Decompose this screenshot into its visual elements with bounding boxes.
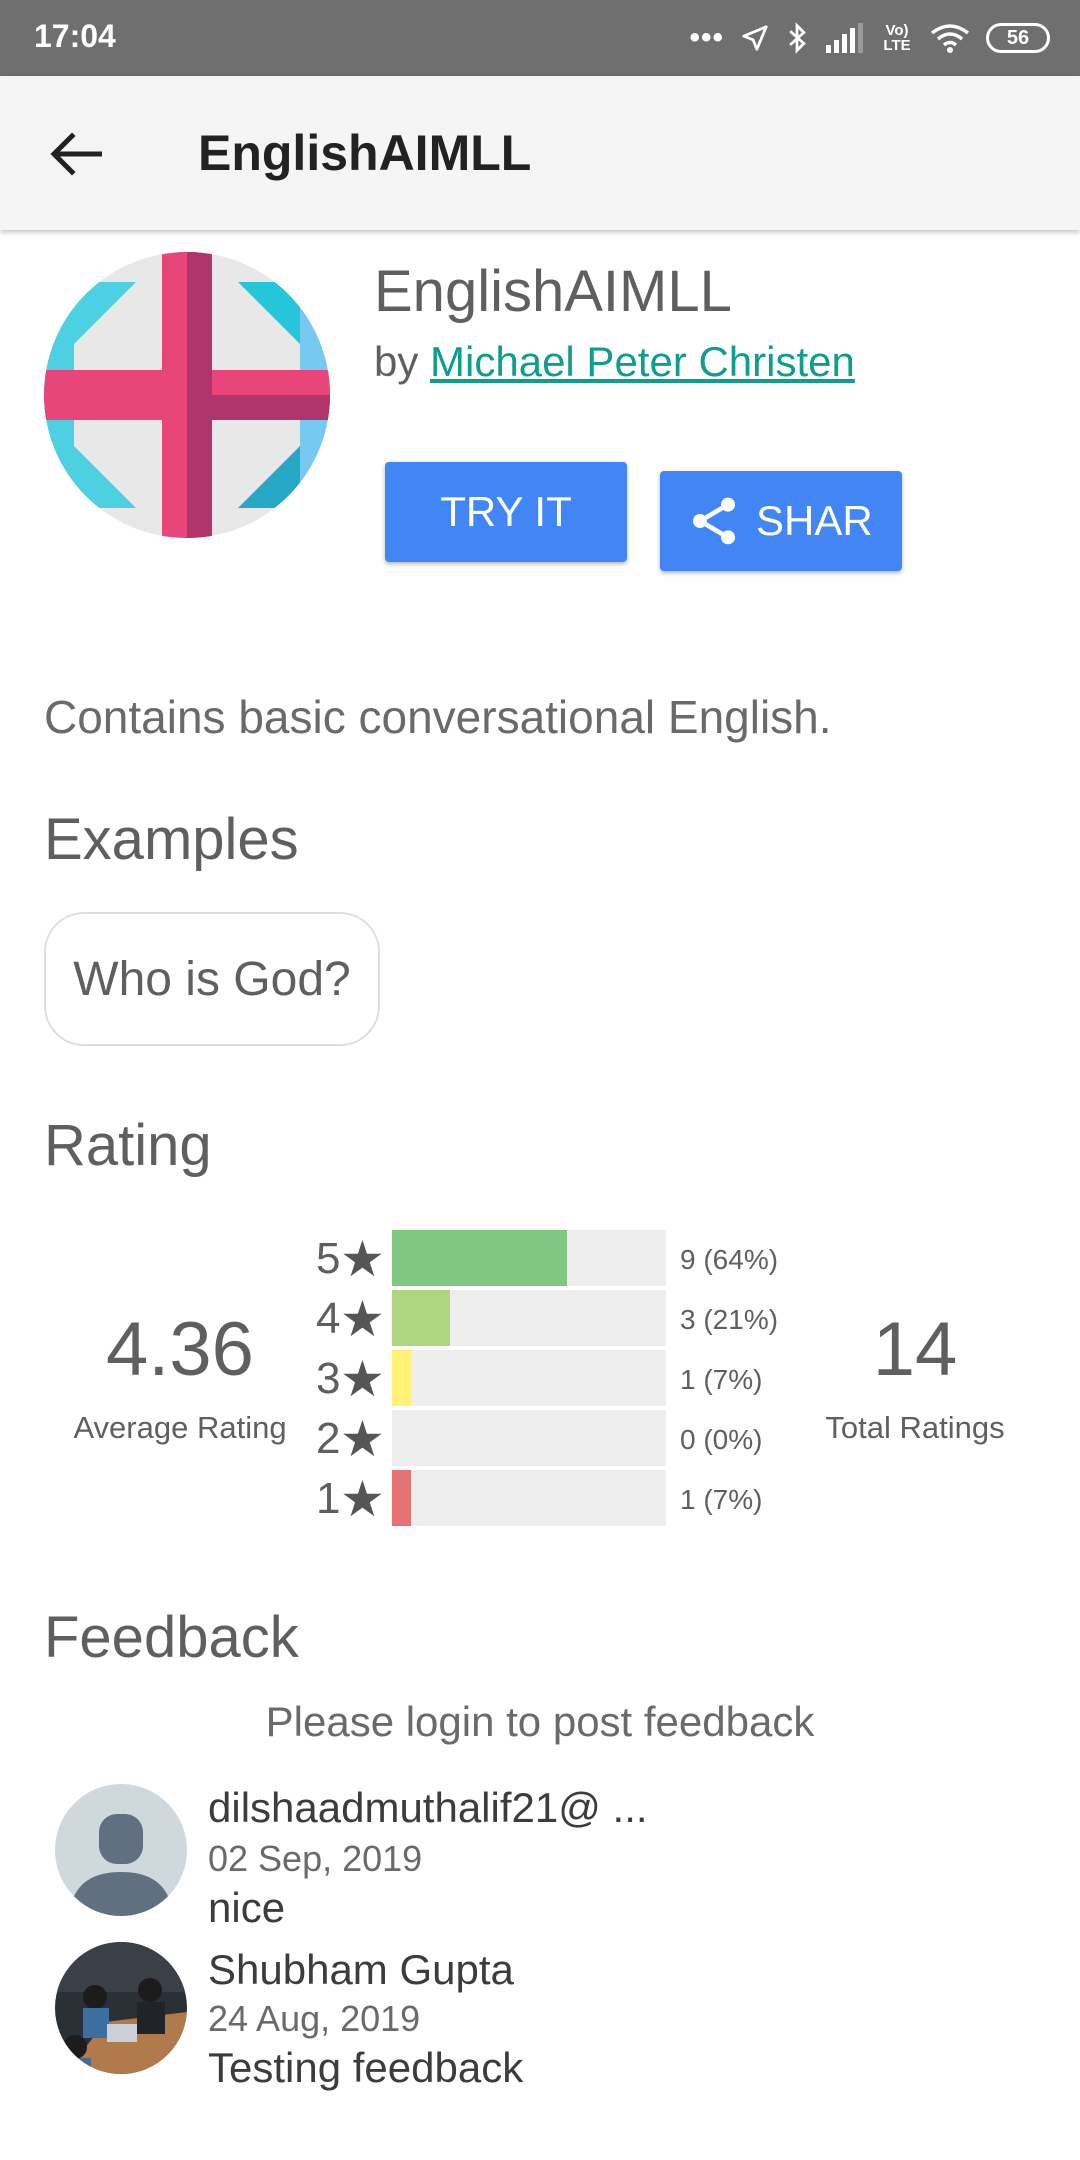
rating-bar-track xyxy=(392,1470,666,1526)
rating-row-4: 4 ★ 3 (21%) xyxy=(316,1290,796,1347)
feedback-heading: Feedback xyxy=(44,1605,299,1670)
bluetooth-icon xyxy=(789,22,806,54)
rating-bar-track xyxy=(392,1350,666,1406)
share-label: SHAR xyxy=(756,497,873,544)
bot-logo xyxy=(44,252,330,538)
battery-indicator: 56 xyxy=(986,23,1050,53)
byline: by Michael Peter Christen xyxy=(374,338,855,386)
rating-bar-track xyxy=(392,1230,666,1286)
star-number: 3 xyxy=(316,1354,341,1403)
star-icon: ★ xyxy=(340,1471,385,1527)
rating-bar-fill xyxy=(392,1230,567,1286)
rating-count: 1 (7%) xyxy=(680,1484,763,1515)
back-button[interactable] xyxy=(40,126,112,182)
feedback-date: 24 Aug, 2019 xyxy=(208,1998,421,2039)
back-arrow-icon xyxy=(50,132,102,176)
star-icon: ★ xyxy=(340,1351,385,1407)
rating-bar-fill xyxy=(392,1350,411,1406)
rating-bar-fill xyxy=(392,1470,411,1526)
star-number: 2 xyxy=(316,1414,341,1463)
try-it-button[interactable]: TRY IT xyxy=(385,462,627,562)
feedback-text: Testing feedback xyxy=(208,2044,524,2091)
share-button[interactable]: SHAR xyxy=(660,471,902,571)
feedback-date: 02 Sep, 2019 xyxy=(208,1838,423,1879)
bot-description: Contains basic conversational English. xyxy=(44,691,832,743)
default-avatar-icon xyxy=(55,1784,187,1916)
rating-row-5: 5 ★ 9 (64%) xyxy=(316,1230,796,1287)
user-photo xyxy=(55,1942,187,2074)
more-notifications-icon: ••• xyxy=(689,21,724,54)
total-ratings-value: 14 xyxy=(872,1307,958,1392)
author-link[interactable]: Michael Peter Christen xyxy=(430,338,855,385)
rating-count: 0 (0%) xyxy=(680,1424,763,1455)
average-rating-value: 4.36 xyxy=(106,1307,254,1392)
star-icon: ★ xyxy=(340,1231,385,1287)
status-bar: 17:04 ••• Vo) LTE 56 xyxy=(0,0,1080,76)
total-ratings-label: Total Ratings xyxy=(825,1410,1005,1445)
average-rating-label: Average Rating xyxy=(73,1410,287,1445)
try-it-label: TRY IT xyxy=(440,488,572,535)
star-number: 4 xyxy=(316,1294,341,1343)
example-chip[interactable]: Who is God? xyxy=(44,912,380,1046)
star-number: 1 xyxy=(316,1474,341,1523)
app-bar-title: EnglishAIMLL xyxy=(198,125,532,181)
network-type: Vo) LTE xyxy=(883,22,911,54)
rating-bar-track xyxy=(392,1290,666,1346)
rating-heading: Rating xyxy=(44,1113,212,1178)
wifi-icon xyxy=(930,24,970,53)
star-icon: ★ xyxy=(340,1411,385,1467)
rating-row-1: 1 ★ 1 (7%) xyxy=(316,1470,796,1527)
feedback-user: Shubham Gupta xyxy=(208,1946,514,1993)
login-note[interactable]: Please login to post feedback xyxy=(0,1698,1080,1746)
star-number: 5 xyxy=(316,1234,341,1283)
rating-count: 9 (64%) xyxy=(680,1244,779,1275)
feedback-user: dilshaadmuthalif21@ ... xyxy=(208,1784,648,1831)
status-icons: ••• Vo) LTE 56 xyxy=(689,14,1050,62)
status-time: 17:04 xyxy=(34,18,116,54)
app-bar: EnglishAIMLL xyxy=(0,76,1080,230)
rating-row-3: 3 ★ 1 (7%) xyxy=(316,1350,796,1407)
rating-count: 1 (7%) xyxy=(680,1364,763,1395)
location-icon xyxy=(742,25,768,51)
rating-bar-track xyxy=(392,1410,666,1466)
bot-name: EnglishAIMLL xyxy=(374,259,732,324)
feedback-text: nice xyxy=(208,1884,286,1931)
rating-bar-fill xyxy=(392,1290,450,1346)
rating-row-2: 2 ★ 0 (0%) xyxy=(316,1410,796,1467)
share-icon xyxy=(693,497,735,545)
rating-count: 3 (21%) xyxy=(680,1304,779,1335)
examples-heading: Examples xyxy=(44,807,299,872)
by-prefix: by xyxy=(374,338,419,385)
signal-icon xyxy=(826,23,863,53)
star-icon: ★ xyxy=(340,1291,385,1347)
